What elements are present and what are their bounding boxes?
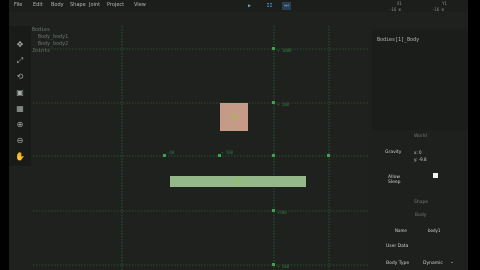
name-label: Name [395,228,407,233]
grid-icon[interactable]: ▦ [14,103,26,115]
user-data-label: User Data [386,244,409,249]
pan-icon[interactable]: ✋ [14,151,26,163]
grid-label-left: -60 [167,150,175,155]
grid-label-mid1: + 200 [277,102,290,107]
grid-label-top: + 1000 [277,48,292,53]
body-header: Body [415,213,427,218]
properties-panel: Bodies[1]_Body World Gravity x: 0 y: -9.… [368,27,468,270]
tree-item-joints[interactable]: Joints [32,48,68,55]
grid-label-bottom2: + 500 [277,264,290,269]
scene-tree: Bodies Body_body1 Body_body2 Joints [32,27,68,55]
tree-item-body2[interactable]: Body_body2 [32,41,68,48]
menu-view[interactable]: View [134,2,146,8]
chevron-down-icon[interactable]: ⌄ [450,260,454,265]
pause-icon[interactable]: II [265,2,274,10]
editor-window: File Edit Body Shape Joint Project View … [9,0,468,270]
name-value[interactable]: body1 [428,228,440,233]
menu-project[interactable]: Project [107,2,124,8]
menu-joint[interactable]: Joint [89,2,100,8]
tree-item-body1[interactable]: Body_body1 [32,34,68,41]
rotate-icon[interactable]: ⟲ [14,71,26,83]
tree-item-bodies[interactable]: Bodies [32,27,68,34]
name-input[interactable]: Bodies[1]_Body [372,30,468,130]
gravity-label: Gravity [385,150,402,155]
allow-sleep-checkbox[interactable] [433,173,438,178]
shape-header: Shape [414,200,429,205]
allow-sleep-label: Allow Sleep [388,175,401,185]
gravity-x-field[interactable]: x: 0 [414,150,422,155]
name-input-text: Bodies[1]_Body [377,37,420,43]
body-type-label: Body Type [386,261,410,266]
grid-label-bottom1: +500 [277,210,287,215]
menu-file[interactable]: File [14,2,22,8]
x-coord-value: -16 m [389,7,402,12]
y-coord-value: -16 m [432,7,445,12]
zoom-in-icon[interactable]: ⊕ [14,119,26,131]
gravity-y-field[interactable]: y: -9.8 [414,157,427,162]
scale-icon[interactable]: ⤢ [14,55,26,67]
y-coord-label: Y1 [442,1,447,6]
grid-label-mid2: + 500 [221,150,234,155]
zoom-out-icon[interactable]: ⊖ [14,135,26,147]
body-type-select[interactable]: Dynamic [423,261,443,266]
step-icon[interactable]: ⏭ [282,2,291,10]
play-icon[interactable]: ▶ [245,2,254,10]
world-header: World [414,134,427,139]
menu-body[interactable]: Body [51,2,64,8]
menu-bar: File Edit Body Shape Joint Project View … [9,0,468,12]
menu-shape[interactable]: Shape [70,2,86,8]
menu-edit[interactable]: Edit [33,2,43,8]
tool-sidebar: ✥ ⤢ ⟲ ▣ ▦ ⊕ ⊖ ✋ [9,26,31,166]
move-icon[interactable]: ✥ [14,39,26,51]
x-coord-label: X1 [397,1,402,6]
select-icon[interactable]: ▣ [14,87,26,99]
